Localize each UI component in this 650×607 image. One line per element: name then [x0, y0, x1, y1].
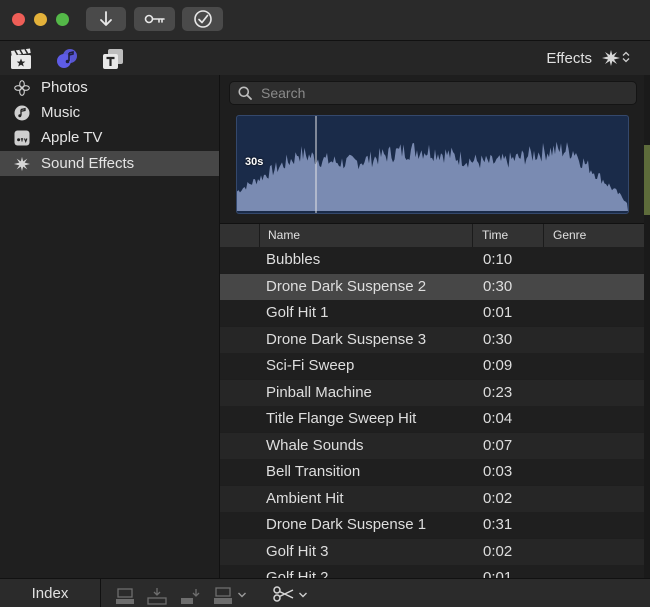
cell-time: 0:10	[483, 251, 513, 268]
photos-flower-icon	[14, 80, 30, 96]
sidebar-item-apple-tv[interactable]: Apple TV	[0, 125, 219, 150]
cell-time: 0:04	[483, 410, 513, 427]
overwrite-clip-icon[interactable]	[213, 587, 233, 605]
cell-name: Drone Dark Suspense 3	[266, 330, 427, 348]
cell-name: Ambient Hit	[266, 489, 344, 507]
cell-name: Bell Transition	[266, 463, 361, 480]
minimize-window-button[interactable]	[34, 13, 47, 26]
table-header: Name Time Genre	[220, 223, 644, 248]
column-header-genre[interactable]: Genre	[553, 228, 586, 242]
import-media-button[interactable]	[86, 7, 126, 31]
table-row[interactable]: Drone Dark Suspense 3 0:30	[220, 326, 644, 353]
cell-name: Title Flange Sweep Hit	[266, 410, 417, 427]
sidebar-item-label: Photos	[41, 79, 88, 96]
cell-time: 0:02	[483, 542, 513, 560]
table-row[interactable]: Sci-Fi Sweep 0:09	[220, 353, 644, 379]
cell-time: 0:01	[483, 304, 513, 321]
chevron-up-down-icon[interactable]	[622, 51, 630, 63]
cell-time: 0:02	[483, 489, 513, 507]
cell-name: Golf Hit 3	[266, 542, 329, 560]
table-row[interactable]: Drone Dark Suspense 1 0:31	[220, 512, 644, 538]
cell-time: 0:31	[483, 516, 513, 533]
insert-clip-icon[interactable]	[147, 587, 167, 605]
waveform-graphic	[237, 116, 628, 213]
close-window-button[interactable]	[12, 13, 25, 26]
connect-clip-icon[interactable]	[115, 587, 135, 605]
apple-tv-icon	[14, 130, 30, 146]
music-note-icon	[14, 105, 30, 121]
table-row[interactable]: Ambient Hit 0:02	[220, 485, 644, 512]
search-icon	[238, 86, 252, 100]
starburst-icon	[14, 156, 30, 172]
background-tasks-button[interactable]	[182, 7, 223, 31]
sidebar-item-label: Music	[41, 104, 81, 121]
cell-name: Drone Dark Suspense 2	[266, 277, 427, 295]
title-bar	[0, 0, 650, 41]
cell-name: Drone Dark Suspense 1	[266, 516, 427, 533]
cell-name: Pinball Machine	[266, 383, 372, 401]
chevron-down-icon[interactable]	[298, 591, 308, 599]
waveform-duration-label: 30s	[245, 156, 264, 168]
starburst-icon[interactable]	[602, 50, 620, 66]
titles-and-generators-icon[interactable]	[102, 48, 124, 70]
chevron-down-icon[interactable]	[237, 591, 247, 599]
column-header-name[interactable]: Name	[268, 228, 300, 242]
cell-time: 0:03	[483, 463, 513, 480]
scissors-icon[interactable]	[273, 585, 295, 603]
table-row[interactable]: Golf Hit 1 0:01	[220, 300, 644, 326]
column-header-time[interactable]: Time	[482, 228, 508, 242]
search-input[interactable]: Search	[261, 85, 305, 101]
timeline-index-button[interactable]: Index	[0, 579, 101, 607]
cell-name: Sci-Fi Sweep	[266, 357, 355, 374]
table-row[interactable]: Whale Sounds 0:07	[220, 432, 644, 459]
keywords-button[interactable]	[134, 7, 175, 31]
cell-time: 0:30	[483, 330, 513, 348]
search-field[interactable]: Search	[229, 81, 637, 105]
cell-time: 0:30	[483, 277, 513, 295]
table-row[interactable]: Bubbles 0:10	[220, 247, 644, 273]
zoom-window-button[interactable]	[56, 13, 69, 26]
cell-time: 0:07	[483, 436, 513, 454]
table-row[interactable]: Golf Hit 3 0:02	[220, 538, 644, 565]
cell-time: 0:23	[483, 383, 513, 401]
down-arrow-icon	[100, 11, 112, 26]
cell-time: 0:09	[483, 357, 513, 374]
libraries-clapper-icon[interactable]	[10, 48, 32, 70]
checkmark-circle-icon	[193, 10, 212, 28]
bottom-bar: Index	[0, 578, 650, 607]
table-row[interactable]: Pinball Machine 0:23	[220, 379, 644, 406]
sidebar-item-sound-effects[interactable]: Sound Effects	[0, 151, 219, 176]
sidebar-item-label: Sound Effects	[41, 155, 135, 172]
cell-name: Golf Hit 2	[266, 569, 329, 578]
sidebar-item-music[interactable]: Music	[0, 100, 219, 125]
sound-effects-list: Bubbles 0:10 Drone Dark Suspense 2 0:30 Golf…	[220, 247, 644, 578]
right-panel-edge	[644, 75, 650, 578]
key-icon	[144, 14, 165, 24]
cell-name: Bubbles	[266, 251, 321, 268]
cell-name: Whale Sounds	[266, 436, 364, 454]
table-row[interactable]: Title Flange Sweep Hit 0:04	[220, 406, 644, 432]
table-row[interactable]: Bell Transition 0:03	[220, 459, 644, 485]
sidebar-item-label: Apple TV	[41, 129, 103, 146]
table-row[interactable]: Golf Hit 2 0:01	[220, 565, 644, 578]
cell-name: Golf Hit 1	[266, 304, 329, 321]
photos-and-audio-icon[interactable]	[56, 48, 78, 70]
browser-category-label[interactable]: Effects	[546, 50, 592, 67]
table-row[interactable]: Drone Dark Suspense 2 0:30	[220, 273, 644, 300]
append-clip-icon[interactable]	[180, 587, 200, 605]
audio-waveform-preview[interactable]	[236, 115, 629, 214]
sidebar-item-photos[interactable]: Photos	[0, 75, 219, 100]
sidebar: Photos Music Apple TV Sound Effects	[0, 75, 220, 578]
cell-time: 0:01	[483, 569, 513, 578]
